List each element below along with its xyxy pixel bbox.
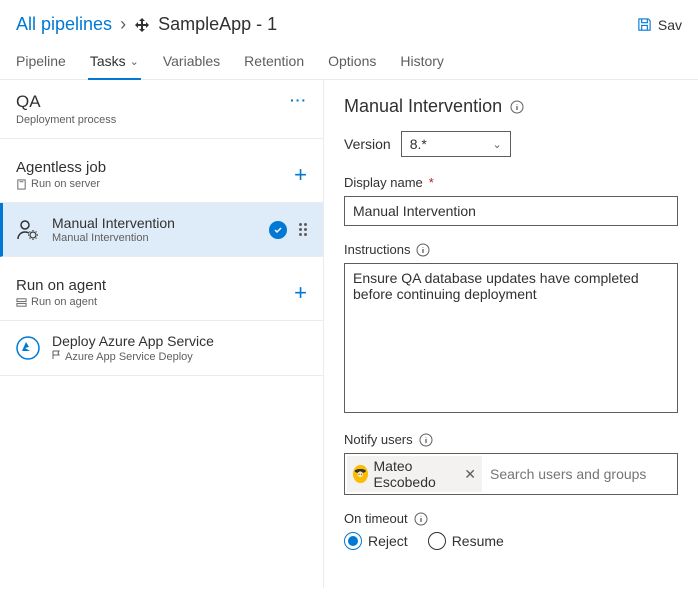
check-badge-icon xyxy=(269,221,287,239)
tab-pipeline[interactable]: Pipeline xyxy=(16,43,66,79)
user-tag: Mateo Escobedo ✕ xyxy=(347,456,482,492)
info-icon[interactable] xyxy=(510,100,524,114)
chevron-down-icon: ⌄ xyxy=(492,138,501,151)
add-task-icon[interactable]: + xyxy=(294,280,307,306)
breadcrumb-root-link[interactable]: All pipelines xyxy=(16,14,112,35)
pipeline-icon xyxy=(134,17,150,33)
person-gear-icon xyxy=(16,218,40,242)
job-title: Run on agent xyxy=(16,277,106,294)
tab-variables[interactable]: Variables xyxy=(163,43,220,79)
radio-icon xyxy=(344,532,362,550)
notify-users-picker[interactable]: Mateo Escobedo ✕ xyxy=(344,453,678,495)
job-header-agent[interactable]: Run on agent Run on agent + xyxy=(0,265,323,321)
save-icon xyxy=(637,17,652,32)
display-name-input[interactable] xyxy=(344,196,678,226)
agent-icon xyxy=(16,297,27,308)
tab-tasks[interactable]: Tasks⌄ xyxy=(90,43,139,79)
server-icon xyxy=(16,179,27,190)
detail-panel: Manual Intervention Version 8.* ⌄ Displa… xyxy=(324,80,698,588)
display-name-label: Display name* xyxy=(344,175,678,190)
user-search-input[interactable] xyxy=(486,464,675,484)
drag-handle-icon[interactable] xyxy=(299,223,307,236)
version-label: Version xyxy=(344,136,391,152)
add-task-icon[interactable]: + xyxy=(294,162,307,188)
radio-label: Reject xyxy=(368,533,408,549)
save-label: Sav xyxy=(658,17,682,33)
radio-label: Resume xyxy=(452,533,504,549)
job-title: Agentless job xyxy=(16,159,106,176)
breadcrumb-current: SampleApp - 1 xyxy=(158,14,277,35)
info-icon[interactable] xyxy=(416,243,430,257)
avatar xyxy=(353,465,368,483)
breadcrumb: All pipelines › SampleApp - 1 xyxy=(16,14,277,35)
task-title: Manual Intervention xyxy=(52,215,257,231)
more-icon[interactable]: ··· xyxy=(290,92,307,108)
panel-title: Manual Intervention xyxy=(344,96,678,117)
flag-icon xyxy=(52,350,62,360)
tab-options[interactable]: Options xyxy=(328,43,376,79)
save-button[interactable]: Sav xyxy=(637,17,682,33)
chevron-down-icon: ⌄ xyxy=(130,55,139,68)
notify-users-label: Notify users xyxy=(344,432,678,447)
job-subtitle: Run on server xyxy=(16,178,106,190)
task-title: Deploy Azure App Service xyxy=(52,333,307,349)
user-name: Mateo Escobedo xyxy=(374,458,459,490)
task-manual-intervention[interactable]: Manual Intervention Manual Intervention xyxy=(0,203,323,257)
instructions-label: Instructions xyxy=(344,242,678,257)
stage-subtitle: Deployment process xyxy=(16,114,116,126)
tabs-bar: Pipeline Tasks⌄ Variables Retention Opti… xyxy=(0,43,698,80)
stage-title: QA xyxy=(16,92,116,112)
radio-icon xyxy=(428,532,446,550)
tab-history[interactable]: History xyxy=(400,43,444,79)
remove-user-icon[interactable]: ✕ xyxy=(464,466,476,483)
azure-icon xyxy=(16,336,40,360)
stage-header[interactable]: QA Deployment process ··· xyxy=(0,80,323,139)
timeout-resume-radio[interactable]: Resume xyxy=(428,532,504,550)
timeout-label: On timeout xyxy=(344,511,678,526)
info-icon[interactable] xyxy=(419,433,433,447)
timeout-reject-radio[interactable]: Reject xyxy=(344,532,408,550)
instructions-input[interactable] xyxy=(344,263,678,413)
task-deploy-azure[interactable]: Deploy Azure App Service Azure App Servi… xyxy=(0,321,323,376)
info-icon[interactable] xyxy=(414,512,428,526)
task-list-panel: QA Deployment process ··· Agentless job … xyxy=(0,80,324,588)
job-subtitle: Run on agent xyxy=(16,296,106,308)
task-subtitle: Manual Intervention xyxy=(52,232,257,244)
job-header-agentless[interactable]: Agentless job Run on server + xyxy=(0,147,323,203)
version-select[interactable]: 8.* ⌄ xyxy=(401,131,511,157)
task-subtitle: Azure App Service Deploy xyxy=(52,350,307,363)
breadcrumb-separator: › xyxy=(120,14,126,35)
tab-retention[interactable]: Retention xyxy=(244,43,304,79)
